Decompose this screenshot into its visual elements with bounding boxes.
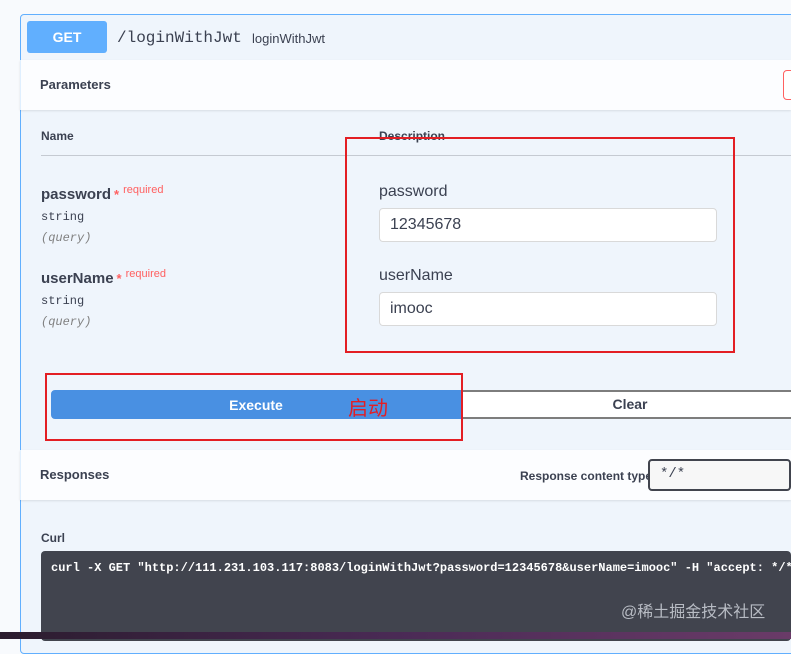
curl-command-box[interactable]: curl -X GET "http://111.231.103.117:8083… [41, 551, 791, 641]
param-name-password: password * required [41, 184, 164, 203]
watermark: @稀土掘金技术社区 [621, 604, 766, 621]
param-type: string [41, 210, 85, 224]
bottom-taskbar-strip [0, 632, 791, 639]
clear-button[interactable]: Clear [461, 390, 791, 419]
required-star: * [114, 187, 120, 202]
parameters-header: Parameters [20, 60, 791, 110]
required-star: * [116, 271, 122, 286]
param-name-text: userName [41, 270, 114, 287]
param-location: (query) [41, 315, 92, 329]
curl-label: Curl [41, 531, 65, 545]
http-method-badge: GET [27, 21, 107, 53]
param-type: string [41, 294, 85, 308]
param-name-username: userName * required [41, 268, 166, 287]
annotation-box-execute [45, 373, 463, 441]
response-content-type-label: Response content type [520, 469, 653, 483]
try-it-out-button[interactable] [783, 70, 791, 100]
operation-id: loginWithJwt [252, 31, 325, 46]
param-location: (query) [41, 231, 92, 245]
responses-title: Responses [40, 467, 110, 482]
param-name-text: password [41, 186, 112, 203]
operation-summary[interactable]: GET /loginWithJwt loginWithJwt [21, 15, 791, 61]
annotation-box-description [345, 137, 735, 353]
required-label: required [123, 184, 164, 196]
response-content-type-select[interactable]: */* [648, 459, 791, 491]
name-column-header: Name [41, 129, 74, 143]
parameters-title: Parameters [40, 77, 111, 92]
curl-command-text: curl -X GET "http://111.231.103.117:8083… [51, 561, 791, 575]
required-label: required [125, 268, 166, 280]
operation-path: /loginWithJwt [117, 29, 242, 47]
